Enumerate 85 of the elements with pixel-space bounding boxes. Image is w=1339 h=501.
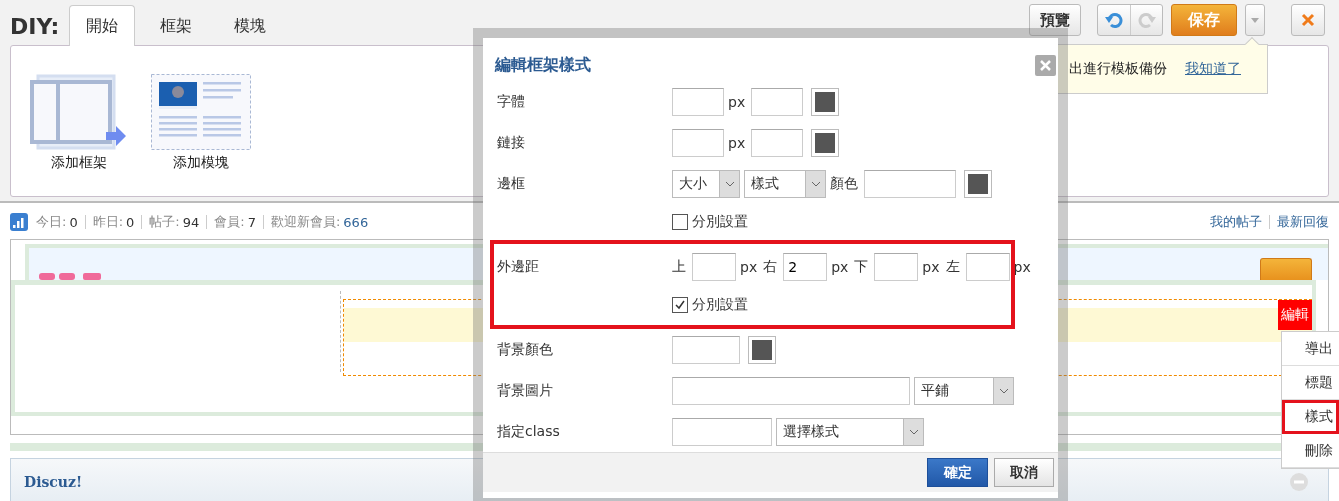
side-label: 下 — [854, 257, 869, 276]
color-picker-button[interactable] — [748, 335, 776, 364]
side-label: 上 — [672, 257, 686, 276]
unit-label: px — [922, 258, 940, 275]
frame-icon — [30, 74, 128, 150]
caret-icon — [998, 387, 1009, 394]
field-label: 鏈接 — [497, 133, 526, 153]
post-button[interactable] — [1260, 258, 1312, 280]
caret-icon — [1251, 17, 1259, 23]
tool-label[interactable]: 添加模塊 — [173, 154, 229, 172]
stat-value: 7 — [247, 214, 256, 230]
color-picker-button[interactable] — [811, 128, 840, 157]
field-label: 邊框 — [497, 174, 526, 194]
margin-field[interactable] — [965, 252, 1010, 281]
color-picker-button[interactable] — [964, 169, 992, 198]
tool-label[interactable]: 添加框架 — [51, 154, 107, 172]
field-label: 指定class — [497, 422, 561, 442]
caret-icon — [724, 180, 735, 187]
undo-icon — [1105, 11, 1123, 29]
image-url-field[interactable] — [672, 376, 910, 405]
diy-title: DIY: — [10, 14, 60, 39]
tooltip-text: 出進行模板備份 — [1069, 60, 1167, 78]
select-field[interactable]: 平鋪 — [914, 376, 1014, 405]
select-field[interactable]: 樣式 — [744, 169, 826, 198]
stat-value: 94 — [182, 214, 200, 230]
collapse-icon[interactable] — [1290, 473, 1308, 491]
tab[interactable]: 模塊 — [217, 5, 284, 46]
field-label: 背景圖片 — [497, 381, 554, 401]
stat-value: 0 — [126, 214, 135, 230]
text-field[interactable] — [751, 128, 804, 157]
class-field[interactable] — [672, 417, 772, 446]
select-field[interactable]: 大小 — [672, 169, 740, 198]
field-label: 背景顏色 — [497, 340, 554, 360]
margin-field[interactable] — [874, 252, 919, 281]
size-field[interactable] — [672, 87, 724, 116]
select-field[interactable]: 選擇樣式 — [776, 417, 924, 446]
close-icon — [1040, 59, 1051, 71]
color-field[interactable] — [864, 169, 956, 198]
stat-value[interactable]: 666 — [343, 214, 369, 230]
menu-item[interactable]: 樣式 — [1282, 400, 1339, 434]
stat-value: 0 — [69, 214, 78, 230]
side-label: 左 — [945, 257, 960, 276]
unit-label: px — [728, 134, 746, 151]
margin-field[interactable]: 2 — [783, 252, 828, 281]
unit-label: px — [1013, 258, 1031, 275]
close-button[interactable] — [1291, 4, 1325, 36]
module-icon — [151, 74, 251, 150]
tab[interactable]: 開始 — [69, 5, 136, 46]
stat-label: 歡迎新會員: — [270, 213, 341, 231]
color-picker-button[interactable] — [811, 87, 840, 116]
checkbox-label: 分別設置 — [692, 213, 748, 232]
size-field[interactable] — [672, 128, 724, 157]
redo-icon — [1137, 11, 1156, 29]
stat-label: 帖子: — [149, 213, 180, 231]
edit-tag[interactable]: 編輯 — [1278, 300, 1312, 330]
stat-label: 昨日: — [92, 213, 124, 231]
unit-label: px — [831, 258, 849, 275]
dialog-title: 編輯框架樣式 — [495, 54, 591, 76]
tab[interactable]: 框架 — [143, 5, 210, 46]
stat-label: 會員: — [214, 213, 245, 231]
unit-label: px — [728, 93, 746, 110]
ok-button[interactable]: 確定 — [927, 458, 988, 488]
checkbox[interactable] — [672, 214, 688, 231]
close-icon — [1301, 13, 1315, 27]
cancel-button[interactable]: 取消 — [994, 458, 1054, 488]
checkbox[interactable] — [672, 297, 688, 314]
side-label: 右 — [763, 257, 778, 276]
field-label: 字體 — [497, 92, 526, 112]
checkbox-label: 分別設置 — [692, 296, 748, 315]
unit-label: px — [740, 258, 758, 275]
chart-icon — [10, 213, 28, 231]
text-field[interactable] — [751, 87, 804, 116]
save-menu-button[interactable] — [1245, 4, 1265, 36]
footer-brand: Discuz! — [24, 474, 83, 490]
margin-field[interactable] — [692, 252, 736, 281]
color-field[interactable] — [672, 335, 740, 364]
header-link[interactable]: 最新回復 — [1277, 213, 1329, 231]
tooltip-link[interactable]: 我知道了 — [1185, 60, 1241, 78]
color-label: 顏色 — [830, 174, 858, 193]
caret-icon — [908, 428, 919, 435]
field-label: 外邊距 — [497, 257, 540, 277]
header-link[interactable]: 我的帖子 — [1210, 213, 1262, 231]
close-button[interactable] — [1035, 54, 1056, 76]
stat-label: 今日: — [36, 213, 67, 231]
caret-icon — [810, 180, 821, 187]
